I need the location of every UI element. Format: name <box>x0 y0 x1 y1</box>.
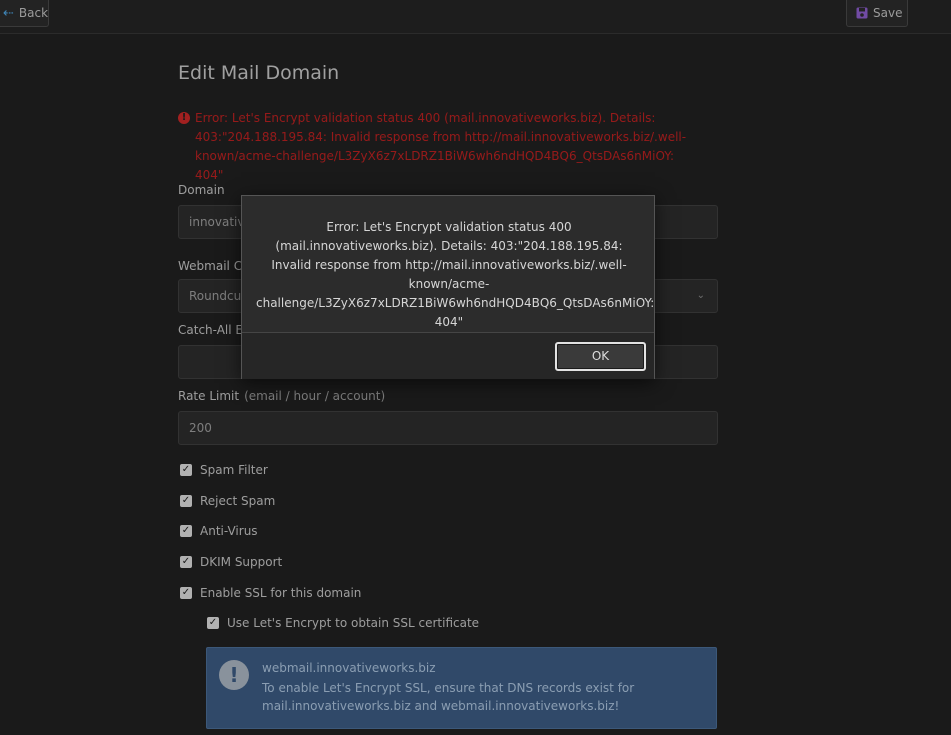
dialog-footer: OK <box>242 332 654 379</box>
ok-button[interactable]: OK <box>555 342 646 371</box>
dialog-message: Error: Let's Encrypt validation status 4… <box>256 220 655 329</box>
error-dialog: Error: Let's Encrypt validation status 4… <box>241 195 655 379</box>
